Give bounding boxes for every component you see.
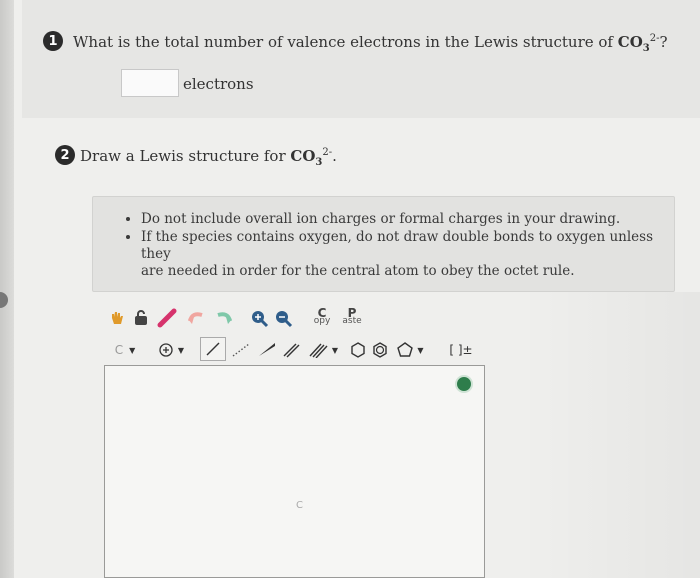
drawing-canvas[interactable] <box>104 365 485 578</box>
triple-bond-tool[interactable]: ▼ <box>304 341 342 359</box>
triple-bond-icon <box>309 343 328 358</box>
question-2-prompt: Draw a Lewis structure for <box>80 147 286 165</box>
help-icon[interactable] <box>455 375 473 393</box>
undo-icon[interactable] <box>186 307 208 329</box>
lasso-icon[interactable] <box>132 309 150 327</box>
background-shade <box>520 292 700 578</box>
paste-button[interactable]: Paste <box>338 303 366 331</box>
canvas-atom-label: C <box>296 500 303 511</box>
instruction-line: are needed in order for the central atom… <box>141 263 575 279</box>
question-2-badge: 2 <box>55 145 75 165</box>
charge-tool[interactable]: ▼ <box>154 341 188 359</box>
zoom-out-icon[interactable] <box>272 307 294 329</box>
wedge-bond-tool[interactable] <box>256 341 278 359</box>
plus-circle-icon <box>159 343 173 357</box>
redo-icon[interactable] <box>212 307 234 329</box>
hexagon-ring-tool[interactable] <box>348 340 368 360</box>
question-1-prompt: What is the total number of valence elec… <box>73 33 613 51</box>
formula-main: CO <box>617 33 643 51</box>
electron-count-input[interactable] <box>121 69 179 97</box>
side-tab[interactable] <box>0 292 8 308</box>
drawing-toolbar: Copy Paste C ▼ ▼ ▼ ▼ [ ]± <box>96 295 516 365</box>
page-left-edge <box>0 0 14 578</box>
element-selector[interactable]: C ▼ <box>108 341 142 359</box>
formula-sup: 2- <box>322 147 333 158</box>
dashed-bond-tool[interactable] <box>230 341 252 359</box>
question-1-text: What is the total number of valence elec… <box>73 33 668 54</box>
instruction-item: Do not include overall ion charges or fo… <box>141 211 674 228</box>
question-2-text: Draw a Lewis structure for CO32-. <box>80 147 337 168</box>
benzene-ring-tool[interactable] <box>370 340 390 360</box>
zoom-in-icon[interactable] <box>248 307 270 329</box>
question-1-suffix: ? <box>659 33 668 51</box>
formula-sup: 2- <box>649 33 660 44</box>
bracket-charge-tool[interactable]: [ ]± <box>446 341 476 359</box>
chevron-down-icon: ▼ <box>129 345 136 355</box>
copy-button[interactable]: Copy <box>308 303 336 331</box>
double-bond-tool[interactable] <box>280 341 302 359</box>
formula-main: CO <box>290 147 316 165</box>
formula-sub: 3 <box>642 43 650 54</box>
single-bond-tool[interactable] <box>200 337 226 361</box>
formula-sub: 3 <box>315 157 323 168</box>
hand-icon[interactable] <box>108 309 126 327</box>
instructions-box: Do not include overall ion charges or fo… <box>92 196 675 292</box>
instruction-item: If the species contains oxygen, do not d… <box>141 229 674 280</box>
instruction-line: If the species contains oxygen, do not d… <box>141 229 654 262</box>
question-1-panel <box>22 0 700 118</box>
chevron-down-icon: ▼ <box>331 345 339 355</box>
element-label: C <box>114 343 124 357</box>
chevron-down-icon: ▼ <box>417 345 424 355</box>
pentagon-ring-tool[interactable]: ▼ <box>392 340 428 360</box>
question-1-badge: 1 <box>43 31 63 51</box>
question-2-suffix: . <box>332 147 337 165</box>
eraser-icon[interactable] <box>156 307 178 329</box>
copy-label-bottom: opy <box>313 316 331 326</box>
paste-label-bottom: aste <box>342 316 362 326</box>
question-2-formula: CO32- <box>290 147 333 168</box>
chevron-down-icon: ▼ <box>177 345 185 355</box>
electrons-unit-label: electrons <box>183 75 254 93</box>
question-1-formula: CO32- <box>617 33 660 54</box>
pentagon-icon <box>397 342 414 357</box>
